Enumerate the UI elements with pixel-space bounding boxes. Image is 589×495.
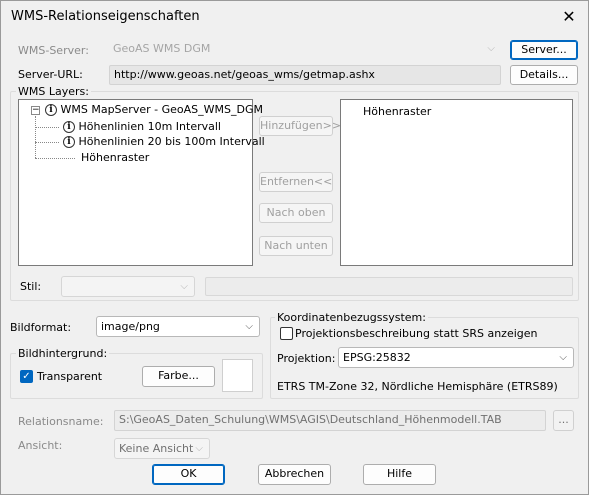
server-button[interactable]: Server... bbox=[510, 40, 578, 60]
chevron-down-icon: ⌵ bbox=[180, 281, 188, 292]
tree-item-layer[interactable]: i Höhenlinien 20 bis 100m Intervall bbox=[63, 135, 265, 148]
style-label: Stil: bbox=[20, 280, 42, 293]
relation-name-label: Relationsname: bbox=[18, 415, 104, 428]
selected-layers-list[interactable]: Höhenraster bbox=[340, 99, 573, 266]
chevron-down-icon: ⌵ bbox=[559, 352, 567, 363]
projection-label: Projektion: bbox=[277, 352, 336, 365]
tree-item-label: Höhenlinien 10m Intervall bbox=[78, 120, 221, 133]
view-select[interactable]: Keine Ansicht ⌵ bbox=[114, 438, 210, 459]
style-description-field bbox=[205, 277, 573, 296]
layer-tree[interactable]: − i WMS MapServer - GeoAS_WMS_DGM i Höhe… bbox=[18, 99, 265, 266]
image-format-label: Bildformat: bbox=[10, 321, 72, 334]
close-icon[interactable]: ✕ bbox=[558, 6, 580, 28]
chevron-down-icon: ⌵ bbox=[195, 443, 203, 454]
tree-connector bbox=[35, 142, 59, 143]
tree-connector bbox=[35, 158, 75, 159]
list-item[interactable]: Höhenraster bbox=[363, 105, 431, 118]
tree-item-root[interactable]: i WMS MapServer - GeoAS_WMS_DGM bbox=[45, 103, 263, 116]
tree-item-label: Höhenlinien 20 bis 100m Intervall bbox=[78, 135, 265, 148]
image-format-select[interactable]: image/png ⌵ bbox=[96, 316, 260, 337]
transparent-label: Transparent bbox=[37, 370, 103, 383]
ok-button[interactable]: OK bbox=[152, 464, 225, 485]
chevron-down-icon: ⌵ bbox=[487, 43, 495, 54]
transparent-checkbox[interactable]: ✓ bbox=[20, 370, 33, 383]
cancel-button[interactable]: Abbrechen bbox=[258, 464, 331, 485]
tree-item-layer[interactable]: i Höhenlinien 10m Intervall bbox=[63, 120, 221, 133]
projection-description-label: Projektionsbeschreibung statt SRS anzeig… bbox=[295, 327, 538, 340]
collapse-toggle[interactable]: − bbox=[31, 106, 40, 115]
projection-description-checkbox[interactable] bbox=[280, 327, 293, 340]
remove-layer-button[interactable]: Entfernen<< bbox=[259, 172, 333, 192]
projection-description-text: ETRS TM-Zone 32, Nördliche Hemisphäre (E… bbox=[277, 380, 558, 393]
info-icon: i bbox=[63, 136, 75, 148]
background-group-label: Bildhintergrund: bbox=[16, 347, 110, 360]
relation-name-field[interactable]: S:\GeoAS_Daten_Schulung\WMS\AGIS\Deutsch… bbox=[114, 410, 546, 431]
view-label: Ansicht: bbox=[18, 439, 63, 452]
details-button[interactable]: Details... bbox=[510, 65, 578, 85]
crs-group-label: Koordinatenbezugssystem: bbox=[275, 311, 428, 324]
server-url-label: Server-URL: bbox=[18, 68, 83, 81]
view-value: Keine Ansicht bbox=[119, 442, 194, 455]
dialog-title: WMS-Relationseigenschaften bbox=[11, 9, 200, 24]
info-icon: i bbox=[45, 104, 57, 116]
tree-connector bbox=[35, 127, 59, 128]
image-format-value: image/png bbox=[101, 320, 160, 333]
wms-server-label: WMS-Server: bbox=[18, 44, 89, 57]
dialog-window: WMS-Relationseigenschaften ✕ WMS-Server:… bbox=[0, 0, 589, 495]
info-icon: i bbox=[63, 121, 75, 133]
move-up-button[interactable]: Nach oben bbox=[259, 203, 333, 223]
chevron-down-icon: ⌵ bbox=[245, 321, 253, 332]
help-button[interactable]: Hilfe bbox=[363, 464, 436, 485]
style-select[interactable]: ⌵ bbox=[61, 276, 195, 297]
wms-server-value: GeoAS WMS DGM bbox=[113, 42, 211, 55]
projection-value: EPSG:25832 bbox=[343, 351, 411, 364]
color-button[interactable]: Farbe... bbox=[142, 366, 215, 387]
color-swatch bbox=[222, 359, 253, 392]
add-layer-button[interactable]: Hinzufügen>> bbox=[259, 116, 341, 136]
server-url-field[interactable]: http://www.geoas.net/geoas_wms/getmap.as… bbox=[109, 65, 501, 85]
tree-connector bbox=[35, 116, 36, 158]
wms-server-select[interactable]: GeoAS WMS DGM ⌵ bbox=[109, 40, 501, 60]
browse-button[interactable]: ... bbox=[553, 410, 574, 431]
move-down-button[interactable]: Nach unten bbox=[259, 236, 333, 256]
wms-layers-group-label: WMS Layers: bbox=[16, 85, 91, 98]
projection-select[interactable]: EPSG:25832 ⌵ bbox=[338, 347, 574, 368]
title-bar: WMS-Relationseigenschaften ✕ bbox=[1, 1, 588, 33]
tree-item-layer[interactable]: Höhenraster bbox=[81, 151, 149, 164]
tree-item-label: Höhenraster bbox=[81, 151, 150, 164]
tree-item-label: WMS MapServer - GeoAS_WMS_DGM bbox=[60, 103, 263, 116]
